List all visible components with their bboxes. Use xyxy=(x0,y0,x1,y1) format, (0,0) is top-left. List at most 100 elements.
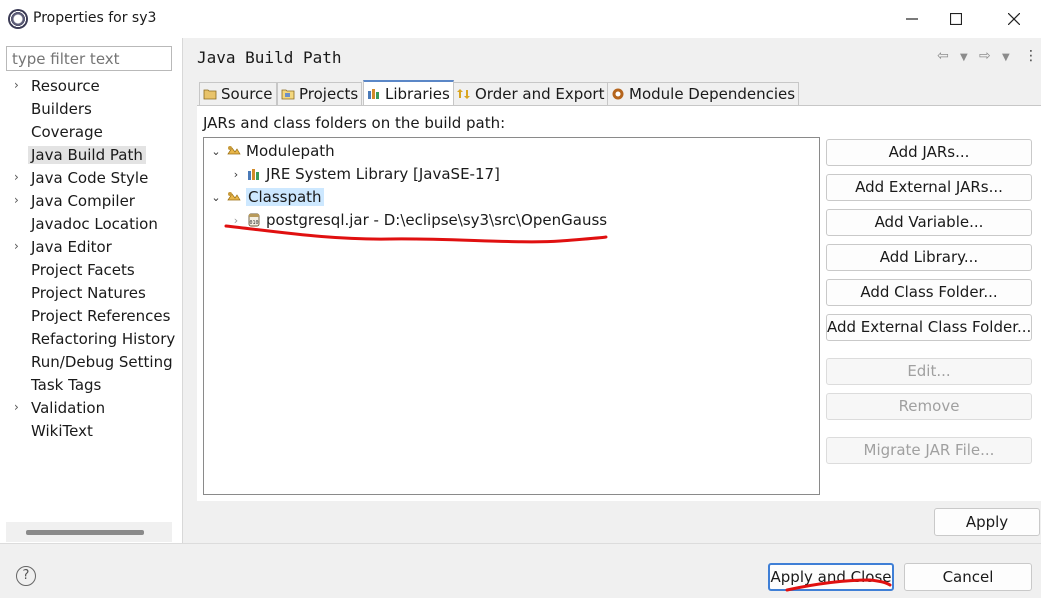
edit-button[interactable]: Edit... xyxy=(826,358,1032,385)
window-title: Properties for sy3 xyxy=(33,10,157,26)
tree-label: Classpath xyxy=(246,188,324,206)
sidebar-item-builders[interactable]: Builders xyxy=(0,99,183,122)
chevron-right-icon[interactable]: › xyxy=(14,239,19,253)
sidebar-item-project-references[interactable]: Project References xyxy=(0,306,183,329)
sidebar-item-refactoring-history[interactable]: Refactoring History xyxy=(0,329,183,352)
more-menu-icon[interactable]: ⋮ xyxy=(1024,48,1038,64)
chevron-right-icon[interactable]: › xyxy=(14,400,19,414)
sidebar-item-label: Builders xyxy=(31,100,92,118)
chevron-right-icon[interactable]: › xyxy=(14,193,19,207)
sidebar-item-label: Java Build Path xyxy=(28,146,146,164)
tab-order-export[interactable]: Order and Export xyxy=(453,82,609,105)
add-variable-button[interactable]: Add Variable... xyxy=(826,209,1032,236)
tab-source[interactable]: Source xyxy=(199,82,277,105)
sidebar-item-label: Refactoring History xyxy=(31,330,176,348)
eclipse-icon xyxy=(8,9,28,29)
tree-node-modulepath[interactable]: ⌄ Modulepath xyxy=(210,140,335,162)
maximize-button[interactable] xyxy=(933,4,979,34)
sidebar-item-label: Project Natures xyxy=(31,284,146,302)
horizontal-scrollbar[interactable] xyxy=(6,522,172,542)
sidebar-item-label: Coverage xyxy=(31,123,103,141)
module-icon xyxy=(612,88,624,100)
minimize-button[interactable] xyxy=(889,4,935,34)
tab-label: Projects xyxy=(299,85,359,103)
add-jars-button[interactable]: Add JARs... xyxy=(826,139,1032,166)
sidebar-item-label: Project Facets xyxy=(31,261,135,279)
tree-node-jar[interactable]: › 010 postgresql.jar - D:\eclipse\sy3\sr… xyxy=(230,209,607,231)
modulepath-icon xyxy=(227,146,241,155)
sidebar-item-label: WikiText xyxy=(31,422,93,440)
tab-label: Libraries xyxy=(385,85,450,103)
sidebar-item-java-code-style[interactable]: › Java Code Style xyxy=(0,168,183,191)
title-bar: Properties for sy3 xyxy=(0,0,1041,38)
tree-node-classpath[interactable]: ⌄ Classpath xyxy=(210,186,324,208)
back-menu-icon[interactable]: ▼ xyxy=(960,52,968,63)
tree-label: JRE System Library [JavaSE-17] xyxy=(266,165,500,183)
close-icon xyxy=(1008,13,1020,25)
sidebar-item-label: Java Compiler xyxy=(31,192,135,210)
build-path-tree[interactable]: ⌄ Modulepath › JRE System Library [JavaS… xyxy=(203,137,820,495)
add-external-class-folder-button[interactable]: Add External Class Folder... xyxy=(826,314,1032,341)
cancel-button[interactable]: Cancel xyxy=(904,563,1032,591)
forward-arrow-icon[interactable]: ⇨ xyxy=(979,48,991,64)
apply-and-close-button[interactable]: Apply and Close xyxy=(768,563,894,591)
tab-module-dependencies[interactable]: Module Dependencies xyxy=(607,82,800,105)
sidebar-item-java-editor[interactable]: › Java Editor xyxy=(0,237,183,260)
classpath-icon xyxy=(227,192,241,201)
sidebar-item-wikitext[interactable]: WikiText xyxy=(0,421,183,444)
order-export-icon xyxy=(457,89,470,99)
sidebar-item-project-natures[interactable]: Project Natures xyxy=(0,283,183,306)
sidebar-item-label: Project References xyxy=(31,307,171,325)
back-arrow-icon[interactable]: ⇦ xyxy=(937,48,949,64)
svg-text:010: 010 xyxy=(249,220,258,226)
sidebar: › Resource Builders Coverage Java Build Path… xyxy=(0,38,183,543)
sidebar-item-label: Java Code Style xyxy=(31,169,149,187)
sidebar-item-label: Javadoc Location xyxy=(31,215,158,233)
library-icon xyxy=(248,169,259,180)
sidebar-item-label: Validation xyxy=(31,399,106,417)
tree-node-jre[interactable]: › JRE System Library [JavaSE-17] xyxy=(230,163,500,185)
sidebar-item-javadoc-location[interactable]: Javadoc Location xyxy=(0,214,183,237)
close-button[interactable] xyxy=(991,4,1037,34)
tab-projects[interactable]: Projects xyxy=(277,82,363,105)
remove-button[interactable]: Remove xyxy=(826,393,1032,420)
forward-menu-icon[interactable]: ▼ xyxy=(1002,52,1010,63)
sidebar-item-task-tags[interactable]: Task Tags xyxy=(0,375,183,398)
filter-input[interactable] xyxy=(6,46,172,71)
sidebar-item-java-compiler[interactable]: › Java Compiler xyxy=(0,191,183,214)
scrollbar-thumb[interactable] xyxy=(26,530,144,535)
projects-icon xyxy=(281,89,295,100)
help-icon[interactable]: ? xyxy=(16,566,36,586)
sidebar-item-label: Task Tags xyxy=(31,376,102,394)
add-library-button[interactable]: Add Library... xyxy=(826,244,1032,271)
chevron-right-icon[interactable]: › xyxy=(230,168,242,181)
chevron-right-icon[interactable]: › xyxy=(230,214,242,227)
sidebar-item-label: Resource xyxy=(31,77,100,95)
sidebar-item-validation[interactable]: › Validation xyxy=(0,398,183,421)
add-external-jars-button[interactable]: Add External JARs... xyxy=(826,174,1032,201)
sidebar-item-java-build-path[interactable]: Java Build Path xyxy=(0,145,183,168)
apply-button[interactable]: Apply xyxy=(934,508,1040,536)
tab-label: Order and Export xyxy=(475,85,605,103)
tab-label: Source xyxy=(221,85,273,103)
source-folder-icon xyxy=(203,89,217,100)
chevron-down-icon[interactable]: ⌄ xyxy=(210,145,222,158)
maximize-icon xyxy=(950,13,962,25)
tree-label: Modulepath xyxy=(246,142,335,160)
chevron-right-icon[interactable]: › xyxy=(14,170,19,184)
page-title: Java Build Path xyxy=(197,48,342,67)
tree-label: postgresql.jar - D:\eclipse\sy3\src\Open… xyxy=(266,211,608,229)
migrate-jar-button[interactable]: Migrate JAR File... xyxy=(826,437,1032,464)
sidebar-item-coverage[interactable]: Coverage xyxy=(0,122,183,145)
tab-libraries[interactable]: Libraries xyxy=(363,80,454,106)
add-class-folder-button[interactable]: Add Class Folder... xyxy=(826,279,1032,306)
sidebar-item-label: Run/Debug Setting xyxy=(31,353,173,371)
minimize-icon xyxy=(906,18,918,20)
chevron-right-icon[interactable]: › xyxy=(14,78,19,92)
chevron-down-icon[interactable]: ⌄ xyxy=(210,191,222,204)
sidebar-item-label: Java Editor xyxy=(31,238,112,256)
sidebar-item-run-debug-setting[interactable]: Run/Debug Setting xyxy=(0,352,183,375)
library-icon xyxy=(368,89,379,99)
sidebar-item-project-facets[interactable]: Project Facets xyxy=(0,260,183,283)
sidebar-item-resource[interactable]: › Resource xyxy=(0,76,183,99)
